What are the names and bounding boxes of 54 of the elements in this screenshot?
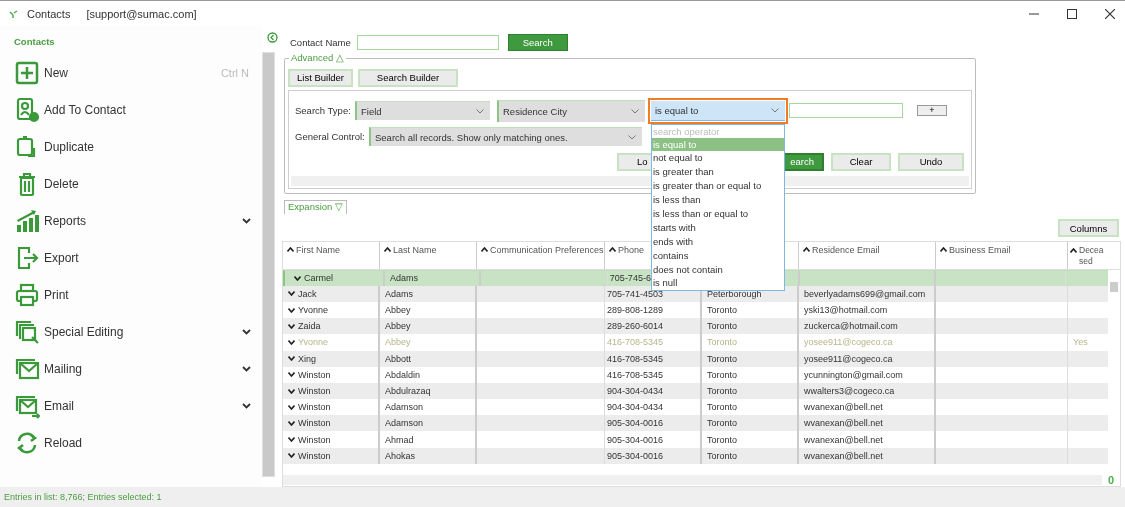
table-cell: Abbey <box>380 318 477 335</box>
table-cell: Yvonne <box>298 337 329 348</box>
table-cell: zuckerca@hotmail.com <box>804 321 898 332</box>
count-label: 0 <box>1106 474 1116 486</box>
table-cell: Adamson <box>380 415 477 432</box>
table-cell: 416-708-5345 <box>605 350 702 367</box>
table-cell: 289-260-6014 <box>605 318 702 335</box>
table-cell: Winston <box>298 434 331 445</box>
window-title: Contacts <box>27 7 71 20</box>
general-control-label: General Control: <box>295 131 366 142</box>
table-cell: 905-304-0016 <box>605 447 702 464</box>
table-cell: Abdulrazaq <box>380 382 477 400</box>
table-cell: Adams <box>380 285 477 302</box>
table-cell: Winston <box>298 386 331 396</box>
table-cell: wwalters3@cogeco.ca <box>804 386 895 396</box>
account-label: [support@sumac.com] <box>86 7 197 20</box>
table-cell: Abbott <box>380 350 477 367</box>
table-cell: Zaida <box>298 321 321 332</box>
table-cell: wvanexan@bell.net <box>804 434 883 445</box>
table-cell: yosee911@cogeco.ca <box>804 337 893 348</box>
table-cell: Toronto <box>707 450 738 461</box>
contact-name-label: Contact Name <box>290 37 351 49</box>
table-cell: Toronto <box>707 418 738 429</box>
table-cell: beverlyadams699@gmail.com <box>804 288 926 299</box>
search-type-label: Search Type: <box>295 105 352 116</box>
table-cell: Winston <box>298 369 331 380</box>
table-cell: yski13@hotmail.com <box>804 305 888 316</box>
table-cell: Toronto <box>707 305 738 316</box>
table-cell: yosee911@cogeco.ca <box>804 353 893 364</box>
table-cell: 905-304-0016 <box>605 415 702 432</box>
table-cell: Toronto <box>707 321 738 332</box>
table-cell: Ahokas <box>380 447 477 464</box>
table-cell: Yvonne <box>298 305 329 316</box>
table-cell: ycunnington@gmail.com <box>804 369 903 380</box>
table-cell: Toronto <box>707 337 738 348</box>
table-cell: Winston <box>298 402 331 413</box>
table-cell: Winston <box>298 418 331 429</box>
table-cell: Toronto <box>707 386 738 396</box>
table-cell: wvanexan@bell.net <box>804 418 883 429</box>
table-cell: Toronto <box>707 434 738 445</box>
table-cell: wvanexan@bell.net <box>804 402 883 413</box>
table-cell: wvanexan@bell.net <box>804 450 883 461</box>
table-cell: Toronto <box>707 353 738 364</box>
sidebar-heading: Contacts <box>14 36 56 49</box>
table-cell: Xing <box>298 353 316 364</box>
table-cell: Jack <box>298 288 317 299</box>
table-cell: Winston <box>298 450 331 461</box>
status-bar: Entries in list: 8,766; Entries selected: 1 <box>0 487 1125 507</box>
table-cell: Yes <box>1073 337 1088 348</box>
table-cell: Toronto <box>707 369 738 380</box>
table-cell: Peterborough <box>707 288 762 299</box>
table-cell: Toronto <box>707 402 738 413</box>
table-cell: Carmel <box>304 273 333 284</box>
table-cell: 904-304-0434 <box>605 382 702 400</box>
